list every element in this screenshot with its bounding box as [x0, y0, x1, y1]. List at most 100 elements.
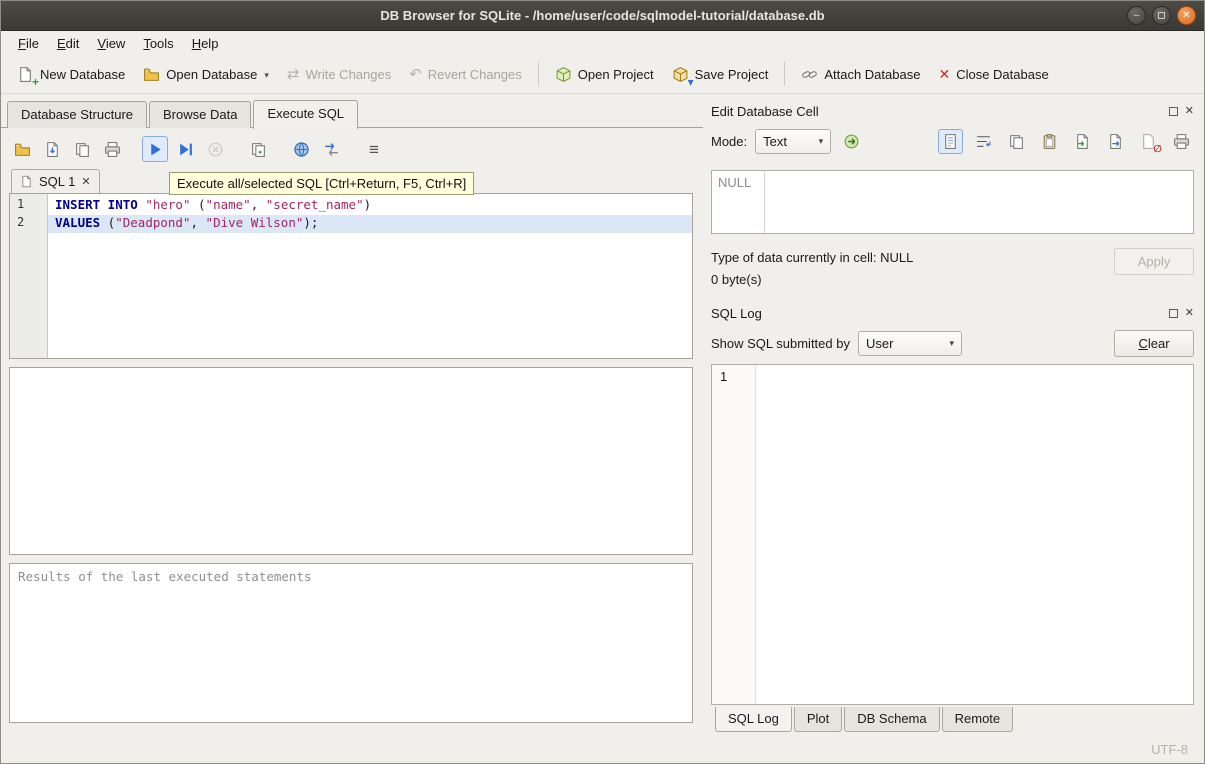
- menu-view[interactable]: View: [88, 33, 134, 54]
- code-token: (: [190, 197, 205, 212]
- write-changes-label: Write Changes: [305, 67, 391, 82]
- clear-log-button[interactable]: Clear: [1114, 330, 1194, 357]
- cell-edit-area[interactable]: [765, 171, 1193, 233]
- print-sql-button[interactable]: [99, 136, 125, 162]
- mode-label: Mode:: [711, 134, 747, 149]
- menubar: File Edit View Tools Help: [1, 31, 1204, 55]
- tooltip-text: Execute all/selected SQL [Ctrl+Return, F…: [177, 176, 466, 191]
- tab-label: Database Structure: [21, 107, 133, 122]
- export-icon: [1107, 133, 1124, 150]
- encoding-indicator: UTF-8: [1151, 742, 1188, 757]
- code-token: "Deadpond": [115, 215, 190, 230]
- attach-database-button[interactable]: Attach Database: [793, 61, 928, 88]
- code-line[interactable]: INSERT INTO "hero" ("name", "secret_name…: [48, 197, 692, 215]
- float-dock-icon[interactable]: [1169, 309, 1178, 318]
- dock-tab-label: SQL Log: [728, 711, 779, 726]
- save-results-button[interactable]: [69, 136, 95, 162]
- attach-database-icon: [801, 66, 818, 83]
- results-message-area[interactable]: Results of the last executed statements: [9, 563, 693, 723]
- clear-label: Clear: [1138, 336, 1169, 351]
- text-mode-button[interactable]: [938, 129, 963, 154]
- line-number: 1: [10, 197, 47, 215]
- stop-execution-button: [202, 136, 228, 162]
- titlebar[interactable]: DB Browser for SQLite - /home/user/code/…: [1, 1, 1204, 31]
- sql-log-filter-row: Show SQL submitted by User ▾ Clear: [711, 326, 1194, 360]
- cell-info-block: Type of data currently in cell: NULL 0 b…: [711, 246, 1194, 290]
- float-dock-icon[interactable]: [1169, 107, 1178, 116]
- paste-cell-button[interactable]: [1037, 129, 1062, 154]
- cell-size-info: 0 byte(s): [711, 268, 1104, 290]
- open-project-button[interactable]: Open Project: [547, 61, 662, 88]
- sql-1-tab[interactable]: SQL 1 ✕: [11, 169, 100, 193]
- open-database-dropdown-icon[interactable]: ▾: [264, 70, 269, 83]
- log-filter-combobox[interactable]: User ▾: [858, 331, 962, 356]
- close-dock-icon[interactable]: ✕: [1185, 106, 1194, 117]
- open-database-button[interactable]: Open Database ▾: [135, 61, 277, 88]
- close-window-button[interactable]: ✕: [1177, 6, 1196, 25]
- close-tab-icon[interactable]: ✕: [81, 175, 90, 188]
- open-browser-button[interactable]: [288, 136, 314, 162]
- new-sql-tab-button[interactable]: [245, 136, 271, 162]
- dock-tab-db-schema[interactable]: DB Schema: [844, 707, 939, 732]
- mode-combobox[interactable]: Text ▾: [755, 129, 831, 154]
- tab-database-structure[interactable]: Database Structure: [7, 101, 147, 128]
- copy-sheets-icon: [74, 141, 91, 158]
- code-token: ,: [251, 197, 266, 212]
- set-null-icon: ∅: [1140, 133, 1157, 150]
- new-database-button[interactable]: + New Database: [9, 61, 133, 88]
- revert-changes-label: Revert Changes: [428, 67, 522, 82]
- code-token: "hero": [145, 197, 190, 212]
- printer-icon: [104, 141, 121, 158]
- stop-icon: [207, 141, 224, 158]
- code-line[interactable]: VALUES ("Deadpond", "Dive Wilson");: [48, 215, 692, 233]
- close-dock-icon[interactable]: ✕: [1185, 308, 1194, 319]
- code-token: ,: [190, 215, 205, 230]
- toolbar-separator: [784, 62, 785, 86]
- word-wrap-button[interactable]: [971, 129, 996, 154]
- close-database-button[interactable]: ✕ Close Database: [930, 62, 1056, 87]
- tab-execute-sql[interactable]: Execute SQL: [253, 100, 358, 129]
- menu-help[interactable]: Help: [183, 33, 228, 54]
- copy-cell-button[interactable]: [1004, 129, 1029, 154]
- dock-tab-remote[interactable]: Remote: [942, 707, 1014, 732]
- save-project-button[interactable]: ▾ Save Project: [664, 61, 777, 88]
- statusbar: UTF-8: [1, 735, 1204, 763]
- new-database-icon: +: [17, 66, 34, 83]
- execute-line-button[interactable]: [172, 136, 198, 162]
- save-sql-file-icon: [44, 141, 61, 158]
- log-gutter: 1: [712, 365, 756, 704]
- dock-tab-sql-log[interactable]: SQL Log: [715, 707, 792, 732]
- code-lines[interactable]: INSERT INTO "hero" ("name", "secret_name…: [48, 194, 692, 358]
- open-database-icon: [143, 66, 160, 83]
- log-content-area[interactable]: [756, 365, 1193, 704]
- open-sql-file-button[interactable]: [9, 136, 35, 162]
- menu-edit[interactable]: Edit: [48, 33, 88, 54]
- tab-browse-data[interactable]: Browse Data: [149, 101, 251, 128]
- results-grid[interactable]: [9, 367, 693, 555]
- menu-file[interactable]: File: [9, 33, 48, 54]
- maximize-button[interactable]: [1152, 6, 1171, 25]
- execute-line-icon: [177, 141, 194, 158]
- save-sql-file-button[interactable]: [39, 136, 65, 162]
- sql-tab-label: SQL 1: [39, 174, 75, 189]
- menu-tools[interactable]: Tools: [134, 33, 182, 54]
- dock-tab-bar: SQL Log Plot DB Schema Remote: [711, 705, 1194, 735]
- sql-log-dock-header: SQL Log ✕: [711, 300, 1194, 326]
- minimize-button[interactable]: –: [1127, 6, 1146, 25]
- set-null-button[interactable]: ∅: [1136, 129, 1161, 154]
- apply-label: Apply: [1138, 254, 1171, 269]
- apply-data-button[interactable]: [839, 129, 864, 154]
- print-cell-button[interactable]: [1169, 129, 1194, 154]
- find-replace-button[interactable]: [318, 136, 344, 162]
- line-number: 2: [10, 215, 47, 233]
- import-cell-button[interactable]: [1070, 129, 1095, 154]
- code-token: ): [364, 197, 372, 212]
- export-cell-button[interactable]: [1103, 129, 1128, 154]
- find-replace-icon: [323, 141, 340, 158]
- sql-file-icon: [20, 175, 33, 188]
- execute-tooltip: Execute all/selected SQL [Ctrl+Return, F…: [169, 172, 474, 195]
- dock-tab-plot[interactable]: Plot: [794, 707, 842, 732]
- execute-all-button[interactable]: [142, 136, 168, 162]
- editor-gutter: 12: [10, 194, 48, 358]
- format-sql-button[interactable]: ≡: [361, 136, 387, 162]
